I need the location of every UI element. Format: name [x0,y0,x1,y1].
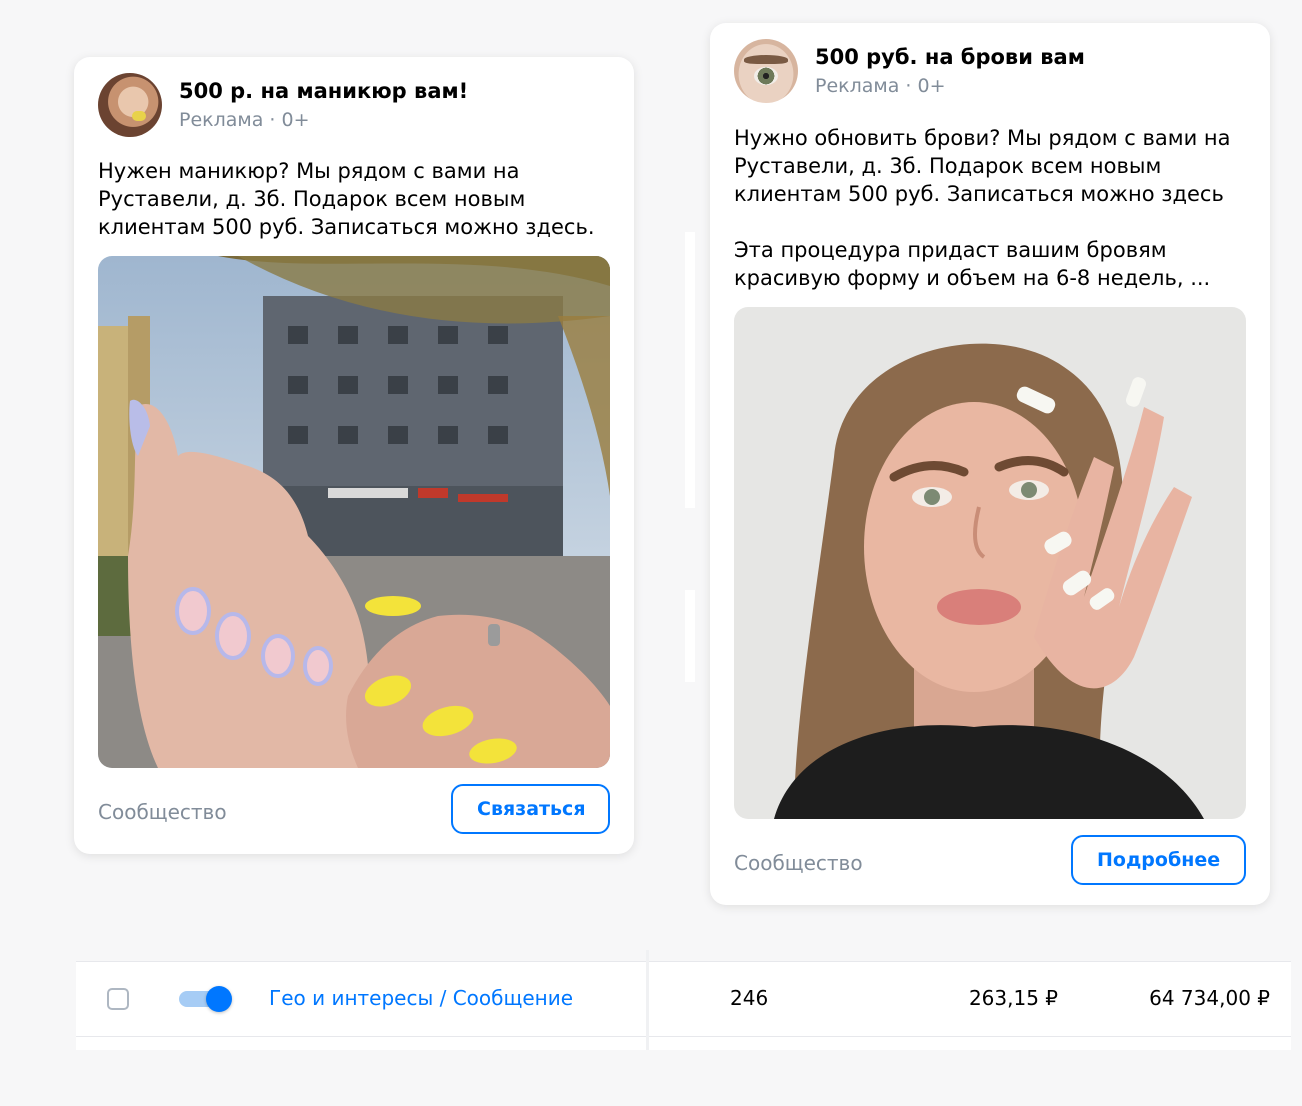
community-label: Сообщество [98,800,227,824]
contact-button[interactable]: Связаться [451,784,610,834]
cell-value-2: 263,15 ₽ [968,986,1058,1010]
cell-value-1: 246 [730,986,769,1010]
community-label: Сообщество [734,851,863,875]
toggle-knob [206,986,232,1012]
ad-meta: Реклама · 0+ [179,109,310,131]
ad-title[interactable]: 500 руб. на брови вам [815,44,1085,70]
ad-title[interactable]: 500 р. на маникюр вам! [179,78,468,104]
divider [685,232,695,508]
ad-meta: Реклама · 0+ [815,75,946,97]
ad-card-manicure: 500 р. на маникюр вам! Реклама · 0+ Нуже… [74,57,634,854]
ad-text: Нужно обновить брови? Мы рядом с вами на… [734,124,1254,292]
ad-header: 500 руб. на брови вам Реклама · 0+ [734,39,1085,103]
ad-text-paragraph: Нужен маникюр? Мы рядом с вами на Рустав… [98,159,595,239]
brows-photo-illustration [734,307,1246,819]
ad-image-manicure[interactable] [98,256,610,768]
toggle-switch[interactable] [179,986,235,1012]
ad-card-brows: 500 руб. на брови вам Реклама · 0+ Нужно… [710,23,1270,905]
ad-text-paragraph: Нужно обновить брови? Мы рядом с вами на… [734,126,1231,206]
column-divider [646,950,649,1050]
avatar[interactable] [98,73,162,137]
checkbox-icon[interactable] [107,988,129,1010]
ads-table: Гео и интересы / Сообщение 246 263,15 ₽ … [76,950,1291,1050]
table-row-next [76,1037,1291,1050]
ad-text-paragraph: Эта процедура придаст вашим бровям краси… [734,238,1211,290]
manicure-photo-illustration [98,256,610,768]
cell-value-3: 64 734,00 ₽ [1149,986,1270,1010]
table-row[interactable]: Гео и интересы / Сообщение 246 263,15 ₽ … [76,961,1291,1037]
ad-image-brows[interactable] [734,307,1246,819]
ad-text: Нужен маникюр? Мы рядом с вами на Рустав… [98,157,618,241]
divider [685,590,695,682]
ad-group-link[interactable]: Гео и интересы / Сообщение [269,986,573,1010]
avatar[interactable] [734,39,798,103]
ad-header: 500 р. на маникюр вам! Реклама · 0+ [98,73,468,137]
more-button[interactable]: Подробнее [1071,835,1246,885]
